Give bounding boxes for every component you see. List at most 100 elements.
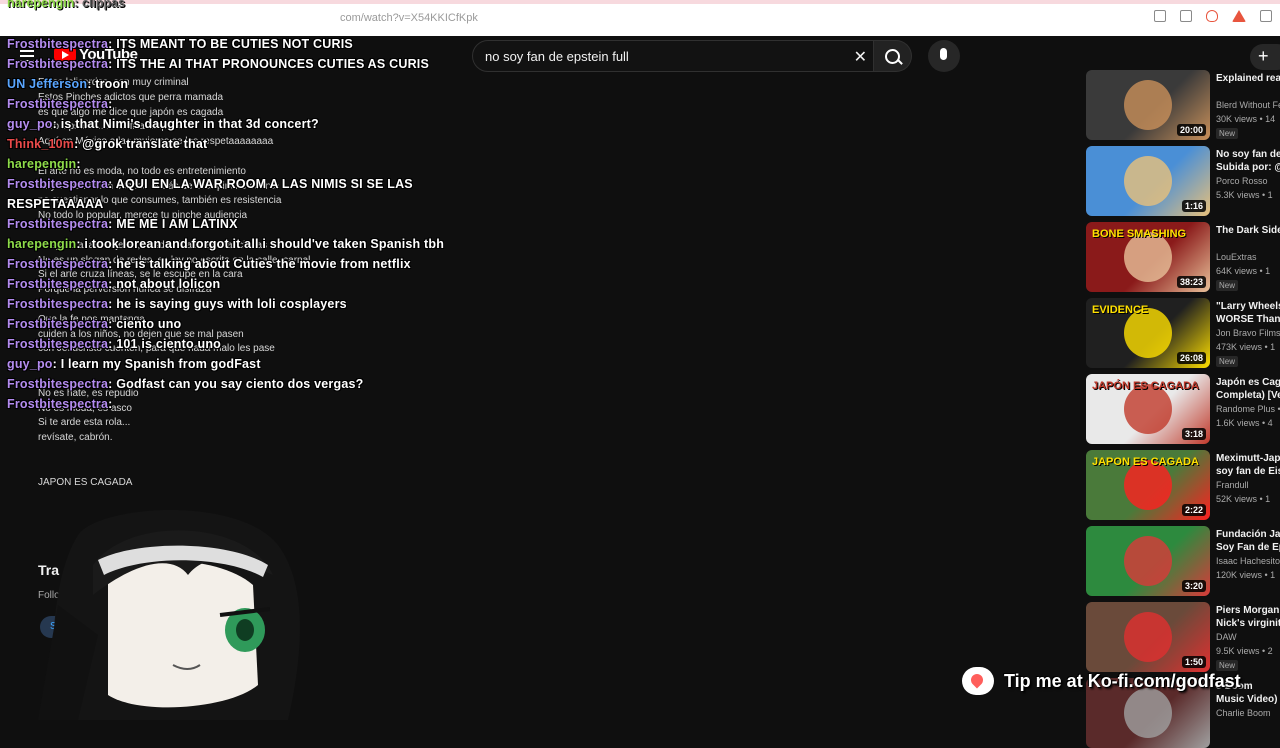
video-title-line: "Larry Wheels bbox=[1216, 301, 1280, 312]
recommended-video[interactable]: 3:20 Fundación Jap Soy Fan de Ep Isaac Hach… bbox=[1086, 524, 1280, 596]
brave-rewards-icon[interactable] bbox=[1232, 10, 1246, 22]
channel-name[interactable]: Porco Rosso bbox=[1216, 176, 1268, 186]
chat-message: harepengin: i took lorean and forgot it … bbox=[7, 234, 444, 254]
chat-separator: : bbox=[108, 277, 117, 291]
video-thumbnail[interactable]: EVIDENCE 26:08 bbox=[1086, 298, 1210, 368]
chat-separator: : bbox=[108, 257, 117, 271]
chat-separator: : bbox=[76, 157, 81, 171]
video-thumbnail[interactable]: JAPÓN ES CAGADA 3:18 bbox=[1086, 374, 1210, 444]
video-thumbnail[interactable]: 20:00 bbox=[1086, 70, 1210, 140]
browser-actions bbox=[1154, 10, 1272, 22]
recommended-video[interactable]: JAPON ES CAGADA 2:22 Meximutt-Japo soy fan … bbox=[1086, 448, 1280, 520]
channel-name[interactable]: Frandull bbox=[1216, 480, 1249, 490]
channel-name[interactable]: Randome Plus • bbox=[1216, 404, 1280, 414]
search-button[interactable] bbox=[874, 40, 912, 72]
chat-username: Frostbitespectra bbox=[7, 317, 109, 331]
new-badge: New bbox=[1216, 356, 1239, 367]
view-count: 473K views • 1 bbox=[1216, 342, 1276, 352]
install-app-icon[interactable] bbox=[1154, 10, 1166, 22]
recommended-video[interactable]: 1:50 Piers Morgan Nick's virginity DAW 9.5K … bbox=[1086, 600, 1280, 672]
chat-username: guy_po bbox=[7, 117, 53, 131]
address-bar[interactable]: com/watch?v=X54KKICfKpk bbox=[340, 12, 478, 24]
video-thumbnail[interactable]: 3:20 bbox=[1086, 526, 1210, 596]
video-title[interactable]: "Larry Wheels WORSE Than bbox=[1216, 300, 1280, 326]
recommended-video[interactable]: EVIDENCE 26:08 "Larry Wheels WORSE Than Jon … bbox=[1086, 296, 1280, 368]
create-button[interactable]: + bbox=[1250, 44, 1280, 70]
chat-message: guy_po: I learn my Spanish from godFast bbox=[7, 354, 444, 374]
chat-message: Think_10m: @grok translate that bbox=[7, 134, 444, 154]
channel-name[interactable]: Charlie Boom bbox=[1216, 708, 1271, 718]
chat-separator: : bbox=[108, 337, 117, 351]
video-title-line: Soy Fan de Ep bbox=[1216, 542, 1280, 553]
chat-message: Frostbitespectra: he is saying guys with… bbox=[7, 294, 444, 314]
recommended-video[interactable]: BONE SMASHING 38:23 The Dark Side LouExtras… bbox=[1086, 220, 1280, 292]
recommended-video[interactable]: 20:00 Explained rea Blerd Without Fe 30K vi… bbox=[1086, 68, 1280, 140]
chat-username: Frostbitespectra bbox=[7, 297, 109, 311]
thumbnail-text: JAPON ES CAGADA bbox=[1092, 456, 1199, 468]
recommended-video[interactable]: JAPÓN ES CAGADA 3:18 Japón es Caga Completa… bbox=[1086, 372, 1280, 444]
chat-username: Think_10m bbox=[7, 137, 75, 151]
thumbnail-figure bbox=[1124, 156, 1172, 206]
chat-message: Frostbitespectra: he is talking about Cu… bbox=[7, 254, 444, 274]
kofi-text: Tip me at Ko-fi.com/godfast bbox=[1004, 670, 1241, 691]
clear-search-icon[interactable]: ✕ bbox=[854, 47, 867, 67]
chat-separator: : bbox=[108, 97, 113, 111]
chat-separator: : bbox=[108, 57, 117, 71]
browser-toolbar: com/watch?v=X54KKICfKpk bbox=[0, 0, 1280, 37]
brave-shields-icon[interactable] bbox=[1206, 10, 1218, 22]
recommended-video[interactable]: 1:16 No soy fan de Subida por: @ Porco Ross… bbox=[1086, 144, 1280, 216]
video-title-line: soy fan de Eis bbox=[1216, 466, 1280, 477]
video-title-line: The Dark Side bbox=[1216, 225, 1280, 236]
sidebar-toggle-icon[interactable] bbox=[1260, 10, 1272, 22]
video-title[interactable]: Japón es Caga Completa) [Ve bbox=[1216, 376, 1280, 402]
video-title[interactable]: Fundación Jap Soy Fan de Ep bbox=[1216, 528, 1280, 554]
channel-name[interactable]: Isaac Hachesito bbox=[1216, 556, 1280, 566]
stream-chat-overlay: Frostbitespectra: ITS MEANT TO BE CUTIES… bbox=[7, 34, 444, 414]
channel-name[interactable]: DAW bbox=[1216, 632, 1237, 642]
chat-username: harepengin bbox=[7, 157, 77, 171]
description-line: Si te arde esta rola... bbox=[38, 417, 131, 429]
chat-message: Frostbitespectra: not about lolicon bbox=[7, 274, 444, 294]
search-input[interactable] bbox=[483, 48, 827, 65]
chat-text: 101 is ciento uno bbox=[116, 337, 222, 351]
share-icon[interactable] bbox=[1180, 10, 1192, 22]
chat-separator: : bbox=[52, 357, 61, 371]
description-line: JAPON ES CAGADA bbox=[38, 476, 133, 488]
chat-username: guy_po bbox=[7, 357, 53, 371]
kofi-banner: Tip me at Ko-fi.com/godfast bbox=[962, 664, 1241, 698]
video-title[interactable]: Piers Morgan Nick's virginity bbox=[1216, 604, 1280, 630]
video-title[interactable]: No soy fan de Subida por: @ bbox=[1216, 148, 1280, 174]
chat-message: Frostbitespectra: 101 is ciento uno bbox=[7, 334, 444, 354]
chat-text: ITS THE AI THAT PRONOUNCES CUTIES AS CUR… bbox=[116, 57, 430, 71]
chat-separator: : bbox=[74, 137, 83, 151]
chat-text: troon bbox=[95, 77, 129, 91]
channel-name[interactable]: LouExtras bbox=[1216, 252, 1257, 262]
voice-search-button[interactable] bbox=[928, 40, 960, 72]
chat-username: Frostbitespectra bbox=[7, 37, 109, 51]
video-title-line: Subida por: @ bbox=[1216, 162, 1280, 173]
video-thumbnail[interactable]: BONE SMASHING 38:23 bbox=[1086, 222, 1210, 292]
chat-separator: : bbox=[108, 297, 117, 311]
chat-text: ITS MEANT TO BE CUTIES NOT CURIS bbox=[116, 37, 353, 51]
chat-message: guy_po: is that Nimi's daughter in that … bbox=[7, 114, 444, 134]
chat-message: Frostbitespectra: ME ME I AM LATINX bbox=[7, 214, 444, 234]
chat-text: i took lorean and forgot it all i should… bbox=[84, 237, 445, 251]
chat-text: ciento uno bbox=[116, 317, 182, 331]
video-thumbnail[interactable]: 1:50 bbox=[1086, 602, 1210, 672]
video-thumbnail[interactable]: 1:16 bbox=[1086, 146, 1210, 216]
channel-name[interactable]: Jon Bravo Films bbox=[1216, 328, 1280, 338]
video-title[interactable]: Meximutt-Japo soy fan de Eis bbox=[1216, 452, 1280, 478]
video-title[interactable]: Explained rea bbox=[1216, 72, 1280, 85]
search-box: ✕ bbox=[472, 40, 874, 72]
thumbnail-text: JAPÓN ES CAGADA bbox=[1092, 380, 1199, 392]
video-thumbnail[interactable]: JAPON ES CAGADA 2:22 bbox=[1086, 450, 1210, 520]
channel-name[interactable]: Blerd Without Fe bbox=[1216, 100, 1280, 110]
chat-top-message: harepengin: clippas bbox=[7, 0, 125, 10]
video-title[interactable]: The Dark Side bbox=[1216, 224, 1280, 237]
vtuber-avatar bbox=[38, 510, 300, 720]
duration-badge: 3:20 bbox=[1181, 580, 1206, 592]
view-count: 30K views • 14 bbox=[1216, 114, 1276, 124]
view-count: 52K views • 1 bbox=[1216, 494, 1271, 504]
chat-username: Frostbitespectra bbox=[7, 257, 109, 271]
duration-badge: 20:00 bbox=[1176, 124, 1206, 136]
